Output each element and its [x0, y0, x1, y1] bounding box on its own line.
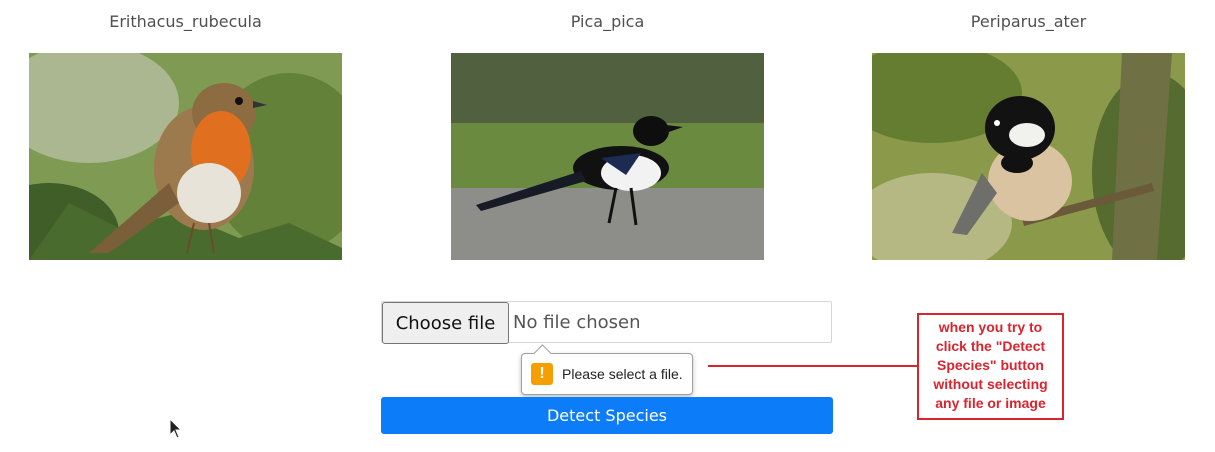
annotation-line-5: any file or image — [935, 395, 1046, 411]
tooltip-arrow — [533, 344, 552, 363]
species-title-robin: Erithacus_rubecula — [109, 12, 262, 31]
species-title-magpie: Pica_pica — [570, 12, 645, 31]
annotation-line-3: Species" button — [937, 357, 1044, 373]
annotation-note: when you try to click the "Detect Specie… — [917, 313, 1064, 420]
detect-species-button[interactable]: Detect Species — [381, 397, 833, 434]
annotation-connector-line — [708, 365, 918, 367]
annotation-line-1: when you try to — [938, 319, 1043, 335]
file-input[interactable]: Choose file No file chosen — [381, 301, 832, 344]
choose-file-button[interactable]: Choose file — [382, 302, 509, 344]
robin-image — [29, 53, 342, 260]
file-status-text: No file chosen — [513, 312, 641, 333]
annotation-line-2: click the "Detect — [935, 338, 1046, 354]
warning-icon: ! — [531, 363, 553, 385]
validation-message: Please select a file. — [562, 366, 683, 382]
validation-tooltip: ! Please select a file. — [521, 344, 693, 395]
annotation-line-4: without selecting — [933, 376, 1048, 392]
coal-tit-image — [872, 53, 1185, 260]
species-title-coal-tit: Periparus_ater — [970, 12, 1087, 31]
mouse-cursor-icon — [170, 419, 182, 439]
magpie-image — [451, 53, 764, 260]
